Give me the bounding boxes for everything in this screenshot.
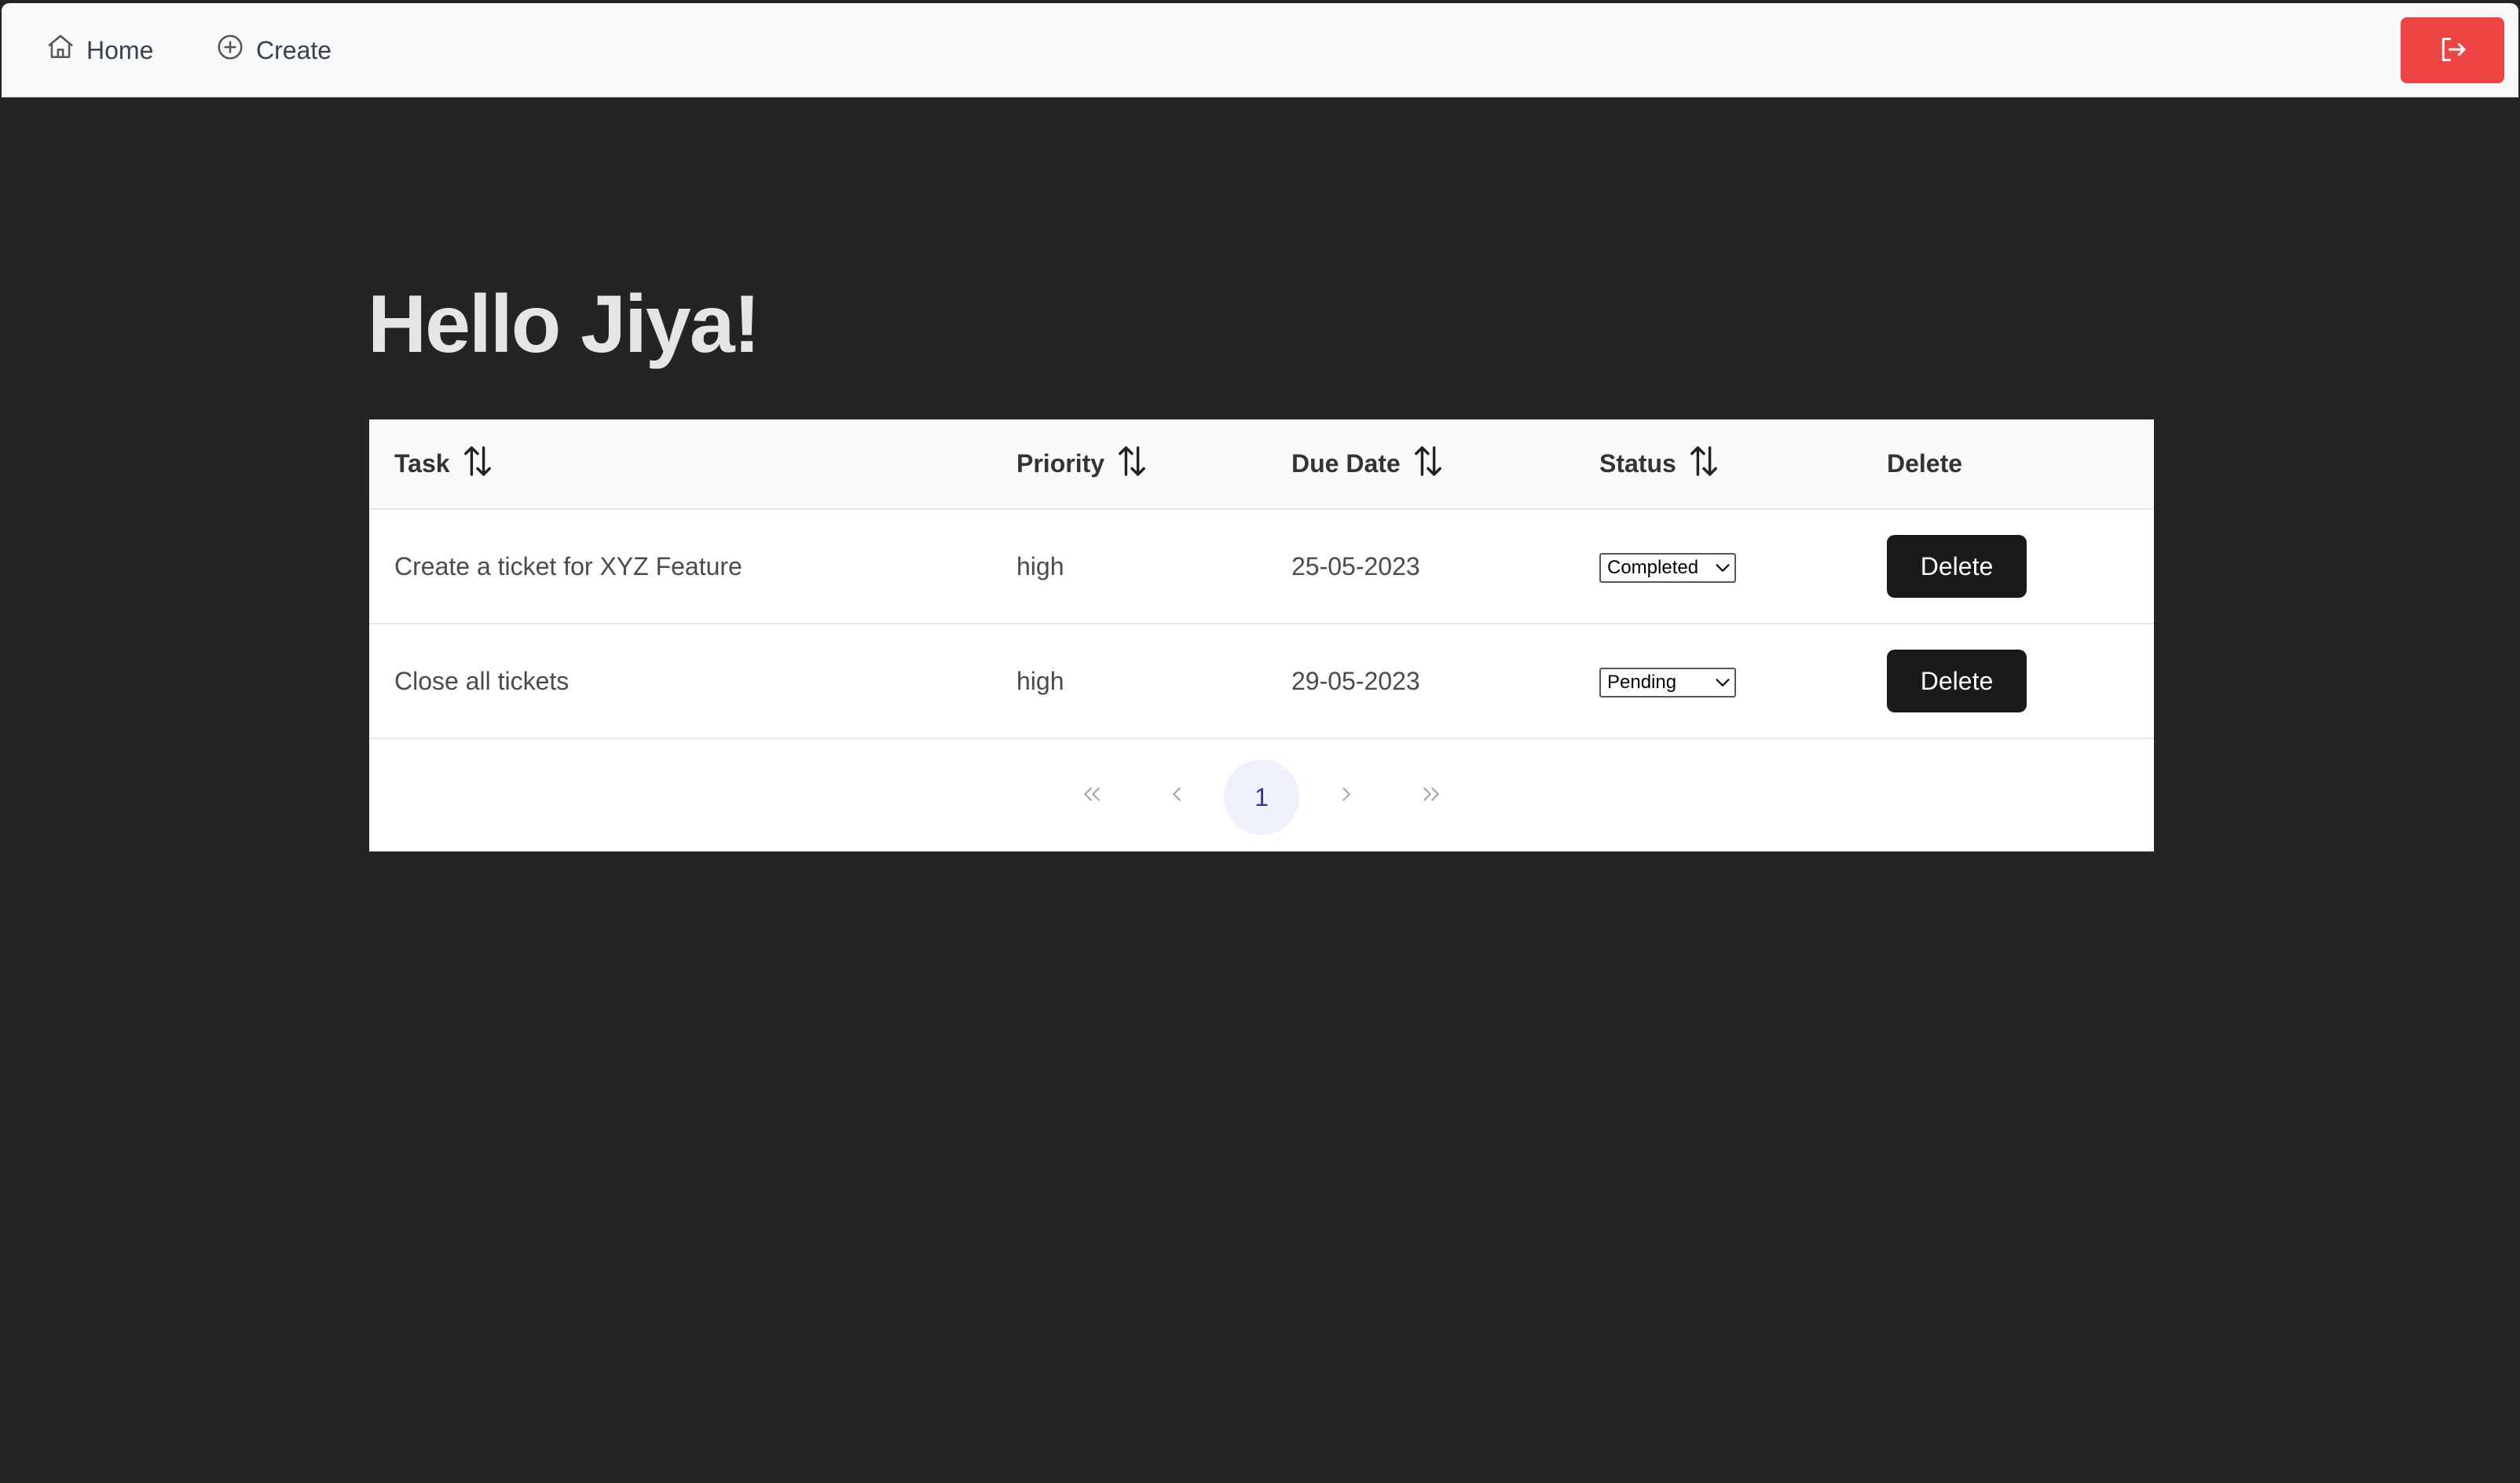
header-priority[interactable]: Priority bbox=[991, 419, 1266, 510]
header-task[interactable]: Task bbox=[369, 419, 991, 510]
status-select[interactable]: Completed bbox=[1599, 552, 1736, 583]
cell-status: Completed bbox=[1574, 509, 1862, 624]
nav-create-label: Create bbox=[256, 35, 332, 64]
prev-page-button[interactable] bbox=[1139, 760, 1214, 835]
delete-button[interactable]: Delete bbox=[1887, 650, 2027, 712]
cell-due-date: 25-05-2023 bbox=[1291, 551, 1420, 580]
sort-icon[interactable] bbox=[1413, 445, 1443, 484]
chevron-left-icon bbox=[1165, 782, 1189, 812]
chevrons-right-icon bbox=[1419, 782, 1443, 812]
cell-status: Pending bbox=[1574, 624, 1862, 738]
home-icon bbox=[46, 32, 75, 68]
chevron-right-icon bbox=[1335, 782, 1358, 812]
logout-button[interactable] bbox=[2401, 17, 2504, 83]
next-page-button[interactable] bbox=[1309, 760, 1384, 835]
plus-circle-icon bbox=[215, 32, 245, 68]
chevron-down-icon bbox=[1716, 672, 1730, 694]
page-title: Hello Jiya! bbox=[368, 279, 760, 370]
top-navbar: Home Create bbox=[2, 3, 2518, 97]
cell-priority: high bbox=[1016, 666, 1064, 695]
app-window: Home Create Hello Jiya! Task Priority Du… bbox=[2, 3, 2518, 1483]
header-status[interactable]: Status bbox=[1574, 419, 1862, 510]
tasks-table: Task Priority Due Date Status Delete Cre… bbox=[369, 419, 2154, 739]
cell-delete: Delete bbox=[1862, 509, 2154, 624]
header-task-label: Task bbox=[394, 449, 450, 478]
nav-home-label: Home bbox=[86, 35, 154, 64]
page-button-current[interactable]: 1 bbox=[1224, 760, 1299, 835]
status-select[interactable]: Pending bbox=[1599, 667, 1736, 698]
sort-icon[interactable] bbox=[1117, 445, 1147, 484]
chevron-down-icon bbox=[1716, 557, 1730, 579]
chevrons-left-icon bbox=[1080, 782, 1104, 812]
cell-task: Close all tickets bbox=[394, 666, 570, 695]
sort-icon[interactable] bbox=[463, 445, 493, 484]
cell-task: Create a ticket for XYZ Feature bbox=[394, 551, 742, 580]
cell-priority: high bbox=[1016, 551, 1064, 580]
nav-create-link[interactable]: Create bbox=[215, 3, 331, 97]
logout-icon bbox=[2437, 34, 2468, 68]
delete-button[interactable]: Delete bbox=[1887, 535, 2027, 598]
header-status-label: Status bbox=[1599, 449, 1676, 478]
table-header-row: Task Priority Due Date Status Delete bbox=[369, 419, 2154, 510]
tasks-table-card: Task Priority Due Date Status Delete Cre… bbox=[369, 419, 2154, 851]
header-due-date-label: Due Date bbox=[1291, 449, 1401, 478]
pagination: 1 bbox=[369, 743, 2154, 851]
header-delete-label: Delete bbox=[1887, 449, 1963, 478]
nav-home-link[interactable]: Home bbox=[46, 3, 153, 97]
status-select-value: Completed bbox=[1607, 556, 1699, 578]
table-row: Create a ticket for XYZ Feature high 25-… bbox=[369, 509, 2154, 624]
header-priority-label: Priority bbox=[1016, 449, 1105, 478]
cell-due-date: 29-05-2023 bbox=[1291, 666, 1420, 695]
status-select-value: Pending bbox=[1607, 671, 1677, 693]
sort-icon[interactable] bbox=[1689, 445, 1719, 484]
header-delete: Delete bbox=[1862, 419, 2154, 510]
table-row: Close all tickets high 29-05-2023 Pendin… bbox=[369, 624, 2154, 738]
header-due-date[interactable]: Due Date bbox=[1266, 419, 1574, 510]
cell-delete: Delete bbox=[1862, 624, 2154, 738]
last-page-button[interactable] bbox=[1394, 760, 1469, 835]
first-page-button[interactable] bbox=[1054, 760, 1130, 835]
